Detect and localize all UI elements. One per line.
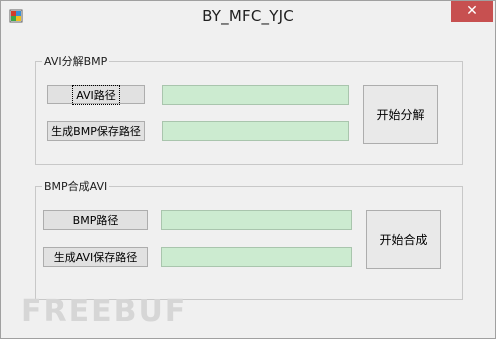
bmp-to-avi-group-label: BMP合成AVI [42, 178, 110, 194]
app-window: BY_MFC_YJC ✕ AVI分解BMP AVI路径 生成BMP保存路径 开始… [0, 0, 496, 339]
start-decompose-button[interactable]: 开始分解 [363, 85, 438, 144]
bmp-save-path-field[interactable] [162, 121, 349, 141]
start-compose-button-label: 开始合成 [379, 233, 428, 247]
watermark: FREEBUF [21, 294, 188, 329]
avi-save-path-field[interactable] [161, 247, 352, 267]
bmp-path-button-label: BMP路径 [72, 214, 119, 227]
bmp-path-button[interactable]: BMP路径 [43, 210, 148, 230]
bmp-save-path-button[interactable]: 生成BMP保存路径 [47, 121, 145, 141]
start-decompose-button-label: 开始分解 [376, 108, 425, 122]
avi-path-button[interactable]: AVI路径 [47, 84, 145, 105]
bmp-save-path-button-label: 生成BMP保存路径 [51, 125, 141, 138]
bmp-path-field[interactable] [161, 210, 352, 230]
avi-to-bmp-group-label: AVI分解BMP [42, 53, 110, 69]
avi-path-button-label: AVI路径 [72, 84, 120, 105]
window-title: BY_MFC_YJC [202, 7, 294, 25]
avi-path-field[interactable] [162, 85, 349, 105]
avi-save-path-button-label: 生成AVI保存路径 [53, 251, 138, 264]
close-icon: ✕ [466, 3, 478, 19]
avi-save-path-button[interactable]: 生成AVI保存路径 [43, 247, 148, 267]
close-button[interactable]: ✕ [451, 1, 493, 22]
title-bar[interactable]: BY_MFC_YJC ✕ [1, 1, 495, 31]
start-compose-button[interactable]: 开始合成 [366, 210, 441, 269]
